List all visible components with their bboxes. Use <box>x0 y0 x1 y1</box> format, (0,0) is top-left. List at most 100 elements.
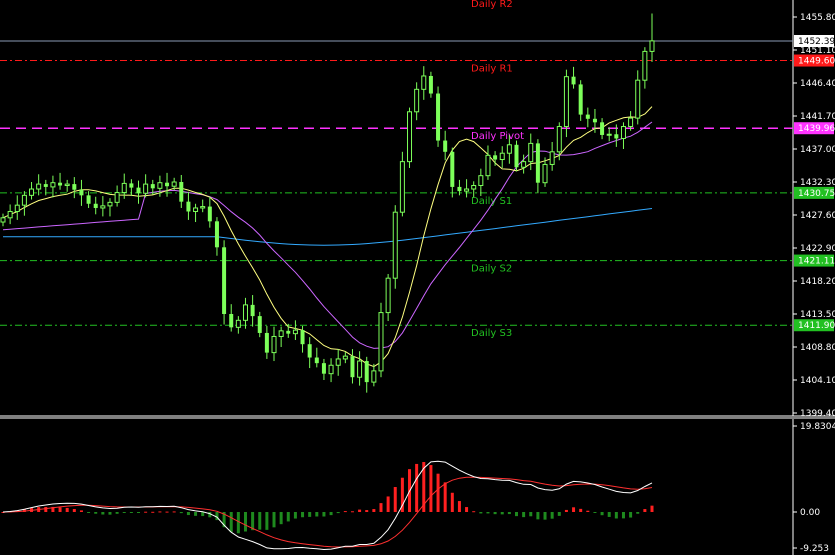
trading-chart[interactable]: Daily R2Daily R1Daily PivotDaily S1Daily… <box>0 0 835 555</box>
current-price-label: 1452.39 <box>798 37 835 47</box>
candle[interactable] <box>222 240 227 325</box>
price-axis-label: 1441.70 <box>800 112 835 122</box>
histogram-bar <box>115 512 119 514</box>
histogram-bar <box>486 512 490 514</box>
histogram-bar <box>87 512 91 513</box>
histogram-bar <box>372 509 376 512</box>
histogram-bar <box>194 512 198 516</box>
price-axis-label: 1455.80 <box>800 13 835 23</box>
price-axis-label: 1451.10 <box>800 46 835 56</box>
histogram-bar <box>201 512 205 517</box>
pivot-level-label: Daily S2 <box>471 264 512 275</box>
oscillator-pane[interactable]: 19.8304 0.00 -9.253 <box>0 419 835 555</box>
pivot-level-label: Daily R1 <box>471 64 513 75</box>
histogram-bar <box>243 512 247 532</box>
candle[interactable] <box>436 86 441 147</box>
histogram-bar <box>436 473 440 512</box>
histogram-bar <box>122 512 126 513</box>
histogram-bar <box>286 512 290 522</box>
histogram-bar <box>72 508 76 512</box>
candle[interactable] <box>399 151 405 217</box>
histogram-bar <box>536 512 540 520</box>
price-axis-label: 1408.80 <box>800 343 835 353</box>
histogram-bar <box>108 512 112 515</box>
pivot-level-label: Daily Pivot <box>471 131 524 142</box>
histogram-bar <box>500 512 504 515</box>
histogram-bar <box>172 511 176 513</box>
pivot-level-label: Daily R2 <box>471 0 513 10</box>
price-axis-label: 1404.10 <box>800 376 835 386</box>
histogram-bar <box>522 512 526 518</box>
histogram-bar <box>301 512 305 518</box>
histogram-bar <box>586 510 590 512</box>
histogram-bar <box>600 512 604 516</box>
histogram-bar <box>279 512 283 525</box>
histogram-bar <box>514 512 518 517</box>
histogram-bar <box>379 503 383 512</box>
histogram-bar <box>65 507 69 512</box>
histogram-bar <box>465 507 469 512</box>
histogram-bar <box>58 507 62 512</box>
histogram-bar <box>144 511 148 513</box>
histogram-bar <box>593 512 597 513</box>
osc-axis-bottom: -9.253 <box>800 544 829 554</box>
histogram-bar <box>479 512 483 514</box>
histogram-bar <box>636 512 640 514</box>
histogram-bar <box>272 512 276 528</box>
histogram-bar <box>265 512 269 530</box>
histogram-bar <box>358 509 362 512</box>
candle[interactable] <box>392 205 398 289</box>
pivot-price-tag: 1449.60 <box>798 57 835 67</box>
histogram-bar <box>607 512 611 517</box>
price-axis-label: 1413.50 <box>800 310 835 320</box>
histogram-bar <box>79 510 83 512</box>
candle[interactable] <box>378 302 384 378</box>
price-pane[interactable]: Daily R2Daily R1Daily PivotDaily S1Daily… <box>0 0 835 419</box>
histogram-bar <box>329 512 333 516</box>
histogram-bar <box>94 512 98 514</box>
price-axis-label: 1446.40 <box>800 79 835 89</box>
price-axis-label: 1399.40 <box>800 409 835 419</box>
histogram-bar <box>457 501 461 512</box>
histogram-bar <box>415 463 419 512</box>
pivot-price-tags: 1449.60 1439.96 1430.75 1421.11 1411.90 <box>794 54 835 332</box>
current-price-tag: 1452.39 <box>794 35 835 47</box>
price-axis-label: 1432.30 <box>800 178 835 188</box>
histogram-bar <box>129 512 133 513</box>
osc-axis-zero: 0.00 <box>800 508 820 518</box>
candle[interactable] <box>514 140 519 172</box>
histogram-bar <box>621 512 625 519</box>
price-axis-label: 1418.20 <box>800 277 835 287</box>
histogram-bar <box>550 512 554 519</box>
histogram-bar <box>529 512 533 517</box>
pivot-price-tag: 1439.96 <box>798 124 835 134</box>
histogram-bar <box>137 512 141 513</box>
histogram-bar <box>472 511 476 513</box>
histogram-bar <box>343 511 347 513</box>
histogram-bar <box>158 511 162 513</box>
histogram-bar <box>507 512 511 515</box>
histogram-bar <box>557 512 561 516</box>
histogram-bar <box>336 512 340 514</box>
histogram-bar <box>186 512 190 516</box>
histogram-bar <box>572 507 576 512</box>
osc-axis-top: 19.8304 <box>800 422 835 432</box>
histogram-bar <box>450 492 454 512</box>
price-axis-label: 1427.60 <box>800 211 835 221</box>
histogram-bar <box>308 512 312 517</box>
histogram-bar <box>629 512 633 518</box>
histogram-bar <box>393 487 397 512</box>
histogram-bar <box>179 512 183 514</box>
histogram-bar <box>165 511 169 513</box>
histogram-bar <box>493 512 497 515</box>
candle[interactable] <box>407 107 413 168</box>
pivot-level-label: Daily S3 <box>471 328 512 339</box>
histogram-bar <box>579 508 583 512</box>
pivot-price-tag: 1411.90 <box>798 321 835 331</box>
histogram-bar <box>293 512 297 519</box>
histogram-bar <box>650 505 654 512</box>
histogram-bar <box>443 482 447 512</box>
pivot-price-tag: 1430.75 <box>798 189 835 199</box>
histogram-bar <box>643 509 647 512</box>
candle[interactable] <box>563 69 569 138</box>
